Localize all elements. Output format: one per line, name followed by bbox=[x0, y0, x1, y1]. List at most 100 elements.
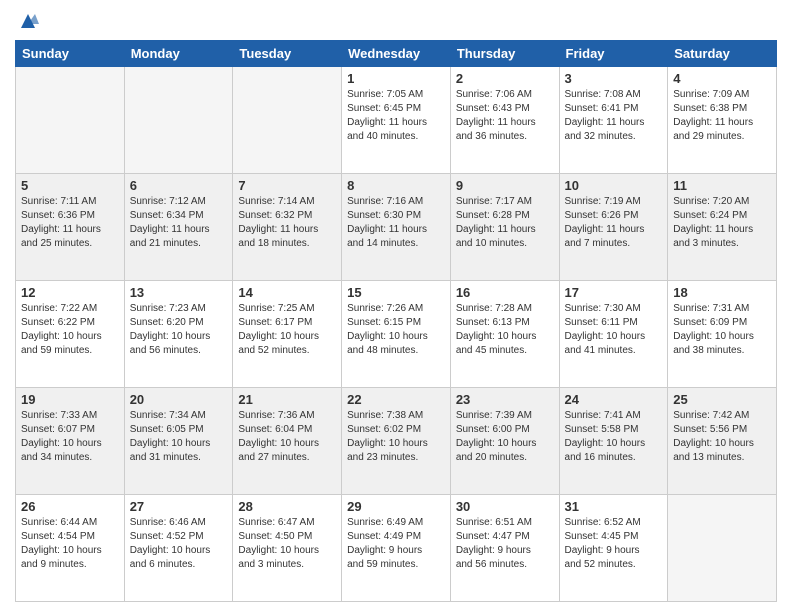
day-number: 27 bbox=[130, 499, 228, 514]
logo-icon bbox=[17, 10, 39, 32]
cell-details: Sunrise: 7:14 AM Sunset: 6:32 PM Dayligh… bbox=[238, 195, 336, 251]
day-number: 7 bbox=[238, 178, 336, 193]
weekday-header-tuesday: Tuesday bbox=[233, 41, 342, 67]
day-number: 30 bbox=[456, 499, 554, 514]
calendar-week-1: 1 Sunrise: 7:05 AM Sunset: 6:45 PM Daylig… bbox=[16, 67, 777, 174]
day-number: 22 bbox=[347, 392, 445, 407]
cell-details: Sunrise: 7:26 AM Sunset: 6:15 PM Dayligh… bbox=[347, 302, 445, 358]
day-number: 6 bbox=[130, 178, 228, 193]
calendar-cell: 19 Sunrise: 7:33 AM Sunset: 6:07 PM Dayli… bbox=[16, 388, 125, 495]
cell-details: Sunrise: 7:36 AM Sunset: 6:04 PM Dayligh… bbox=[238, 409, 336, 465]
cell-details: Sunrise: 7:31 AM Sunset: 6:09 PM Dayligh… bbox=[673, 302, 771, 358]
day-number: 19 bbox=[21, 392, 119, 407]
calendar-cell: 7 Sunrise: 7:14 AM Sunset: 6:32 PM Daylig… bbox=[233, 174, 342, 281]
header bbox=[15, 10, 777, 32]
day-number: 24 bbox=[565, 392, 663, 407]
calendar-cell bbox=[124, 67, 233, 174]
calendar-cell: 28 Sunrise: 6:47 AM Sunset: 4:50 PM Dayli… bbox=[233, 495, 342, 602]
calendar-cell: 31 Sunrise: 6:52 AM Sunset: 4:45 PM Dayli… bbox=[559, 495, 668, 602]
cell-details: Sunrise: 6:44 AM Sunset: 4:54 PM Dayligh… bbox=[21, 516, 119, 572]
page: SundayMondayTuesdayWednesdayThursdayFrid… bbox=[0, 0, 792, 612]
cell-details: Sunrise: 7:42 AM Sunset: 5:56 PM Dayligh… bbox=[673, 409, 771, 465]
day-number: 17 bbox=[565, 285, 663, 300]
day-number: 28 bbox=[238, 499, 336, 514]
logo bbox=[15, 10, 39, 32]
day-number: 25 bbox=[673, 392, 771, 407]
day-number: 1 bbox=[347, 71, 445, 86]
calendar-cell bbox=[16, 67, 125, 174]
weekday-header-row: SundayMondayTuesdayWednesdayThursdayFrid… bbox=[16, 41, 777, 67]
calendar-cell: 12 Sunrise: 7:22 AM Sunset: 6:22 PM Dayli… bbox=[16, 281, 125, 388]
cell-details: Sunrise: 7:38 AM Sunset: 6:02 PM Dayligh… bbox=[347, 409, 445, 465]
cell-details: Sunrise: 7:19 AM Sunset: 6:26 PM Dayligh… bbox=[565, 195, 663, 251]
cell-details: Sunrise: 6:47 AM Sunset: 4:50 PM Dayligh… bbox=[238, 516, 336, 572]
calendar-cell: 3 Sunrise: 7:08 AM Sunset: 6:41 PM Daylig… bbox=[559, 67, 668, 174]
calendar-cell: 20 Sunrise: 7:34 AM Sunset: 6:05 PM Dayli… bbox=[124, 388, 233, 495]
calendar-table: SundayMondayTuesdayWednesdayThursdayFrid… bbox=[15, 40, 777, 602]
cell-details: Sunrise: 7:08 AM Sunset: 6:41 PM Dayligh… bbox=[565, 88, 663, 144]
day-number: 15 bbox=[347, 285, 445, 300]
cell-details: Sunrise: 7:33 AM Sunset: 6:07 PM Dayligh… bbox=[21, 409, 119, 465]
calendar-cell: 9Sunrise: 7:17 AM Sunset: 6:28 PM Daylig… bbox=[450, 174, 559, 281]
weekday-header-friday: Friday bbox=[559, 41, 668, 67]
calendar-cell: 4 Sunrise: 7:09 AM Sunset: 6:38 PM Daylig… bbox=[668, 67, 777, 174]
calendar-cell: 23 Sunrise: 7:39 AM Sunset: 6:00 PM Dayli… bbox=[450, 388, 559, 495]
cell-details: Sunrise: 6:49 AM Sunset: 4:49 PM Dayligh… bbox=[347, 516, 445, 572]
calendar-cell: 27Sunrise: 6:46 AM Sunset: 4:52 PM Dayli… bbox=[124, 495, 233, 602]
calendar-cell: 17 Sunrise: 7:30 AM Sunset: 6:11 PM Dayli… bbox=[559, 281, 668, 388]
day-number: 29 bbox=[347, 499, 445, 514]
day-number: 10 bbox=[565, 178, 663, 193]
day-number: 11 bbox=[673, 178, 771, 193]
day-number: 26 bbox=[21, 499, 119, 514]
calendar-week-3: 12 Sunrise: 7:22 AM Sunset: 6:22 PM Dayli… bbox=[16, 281, 777, 388]
cell-details: Sunrise: 7:34 AM Sunset: 6:05 PM Dayligh… bbox=[130, 409, 228, 465]
day-number: 8 bbox=[347, 178, 445, 193]
calendar-cell: 16 Sunrise: 7:28 AM Sunset: 6:13 PM Dayli… bbox=[450, 281, 559, 388]
cell-details: Sunrise: 7:39 AM Sunset: 6:00 PM Dayligh… bbox=[456, 409, 554, 465]
calendar-cell: 25 Sunrise: 7:42 AM Sunset: 5:56 PM Dayli… bbox=[668, 388, 777, 495]
cell-details: Sunrise: 6:52 AM Sunset: 4:45 PM Dayligh… bbox=[565, 516, 663, 572]
day-number: 4 bbox=[673, 71, 771, 86]
calendar-cell: 14 Sunrise: 7:25 AM Sunset: 6:17 PM Dayli… bbox=[233, 281, 342, 388]
calendar-cell: 5Sunrise: 7:11 AM Sunset: 6:36 PM Daylig… bbox=[16, 174, 125, 281]
cell-details: Sunrise: 7:09 AM Sunset: 6:38 PM Dayligh… bbox=[673, 88, 771, 144]
cell-details: Sunrise: 7:16 AM Sunset: 6:30 PM Dayligh… bbox=[347, 195, 445, 251]
day-number: 31 bbox=[565, 499, 663, 514]
day-number: 3 bbox=[565, 71, 663, 86]
calendar-cell: 18Sunrise: 7:31 AM Sunset: 6:09 PM Dayli… bbox=[668, 281, 777, 388]
calendar-cell: 2 Sunrise: 7:06 AM Sunset: 6:43 PM Daylig… bbox=[450, 67, 559, 174]
day-number: 5 bbox=[21, 178, 119, 193]
cell-details: Sunrise: 6:51 AM Sunset: 4:47 PM Dayligh… bbox=[456, 516, 554, 572]
day-number: 2 bbox=[456, 71, 554, 86]
calendar-cell: 24 Sunrise: 7:41 AM Sunset: 5:58 PM Dayli… bbox=[559, 388, 668, 495]
cell-details: Sunrise: 7:30 AM Sunset: 6:11 PM Dayligh… bbox=[565, 302, 663, 358]
cell-details: Sunrise: 7:06 AM Sunset: 6:43 PM Dayligh… bbox=[456, 88, 554, 144]
cell-details: Sunrise: 7:22 AM Sunset: 6:22 PM Dayligh… bbox=[21, 302, 119, 358]
calendar-cell: 13 Sunrise: 7:23 AM Sunset: 6:20 PM Dayli… bbox=[124, 281, 233, 388]
weekday-header-thursday: Thursday bbox=[450, 41, 559, 67]
day-number: 14 bbox=[238, 285, 336, 300]
cell-details: Sunrise: 7:41 AM Sunset: 5:58 PM Dayligh… bbox=[565, 409, 663, 465]
cell-details: Sunrise: 7:05 AM Sunset: 6:45 PM Dayligh… bbox=[347, 88, 445, 144]
day-number: 13 bbox=[130, 285, 228, 300]
calendar-cell: 26 Sunrise: 6:44 AM Sunset: 4:54 PM Dayli… bbox=[16, 495, 125, 602]
calendar-cell: 11 Sunrise: 7:20 AM Sunset: 6:24 PM Dayli… bbox=[668, 174, 777, 281]
calendar-cell: 10 Sunrise: 7:19 AM Sunset: 6:26 PM Dayli… bbox=[559, 174, 668, 281]
calendar-week-5: 26 Sunrise: 6:44 AM Sunset: 4:54 PM Dayli… bbox=[16, 495, 777, 602]
calendar-week-4: 19 Sunrise: 7:33 AM Sunset: 6:07 PM Dayli… bbox=[16, 388, 777, 495]
calendar-cell: 22 Sunrise: 7:38 AM Sunset: 6:02 PM Dayli… bbox=[342, 388, 451, 495]
day-number: 12 bbox=[21, 285, 119, 300]
cell-details: Sunrise: 7:25 AM Sunset: 6:17 PM Dayligh… bbox=[238, 302, 336, 358]
day-number: 16 bbox=[456, 285, 554, 300]
calendar-cell: 15 Sunrise: 7:26 AM Sunset: 6:15 PM Dayli… bbox=[342, 281, 451, 388]
calendar-cell bbox=[233, 67, 342, 174]
weekday-header-wednesday: Wednesday bbox=[342, 41, 451, 67]
calendar-cell bbox=[668, 495, 777, 602]
cell-details: Sunrise: 7:28 AM Sunset: 6:13 PM Dayligh… bbox=[456, 302, 554, 358]
weekday-header-saturday: Saturday bbox=[668, 41, 777, 67]
cell-details: Sunrise: 7:20 AM Sunset: 6:24 PM Dayligh… bbox=[673, 195, 771, 251]
day-number: 20 bbox=[130, 392, 228, 407]
day-number: 23 bbox=[456, 392, 554, 407]
weekday-header-sunday: Sunday bbox=[16, 41, 125, 67]
cell-details: Sunrise: 7:23 AM Sunset: 6:20 PM Dayligh… bbox=[130, 302, 228, 358]
